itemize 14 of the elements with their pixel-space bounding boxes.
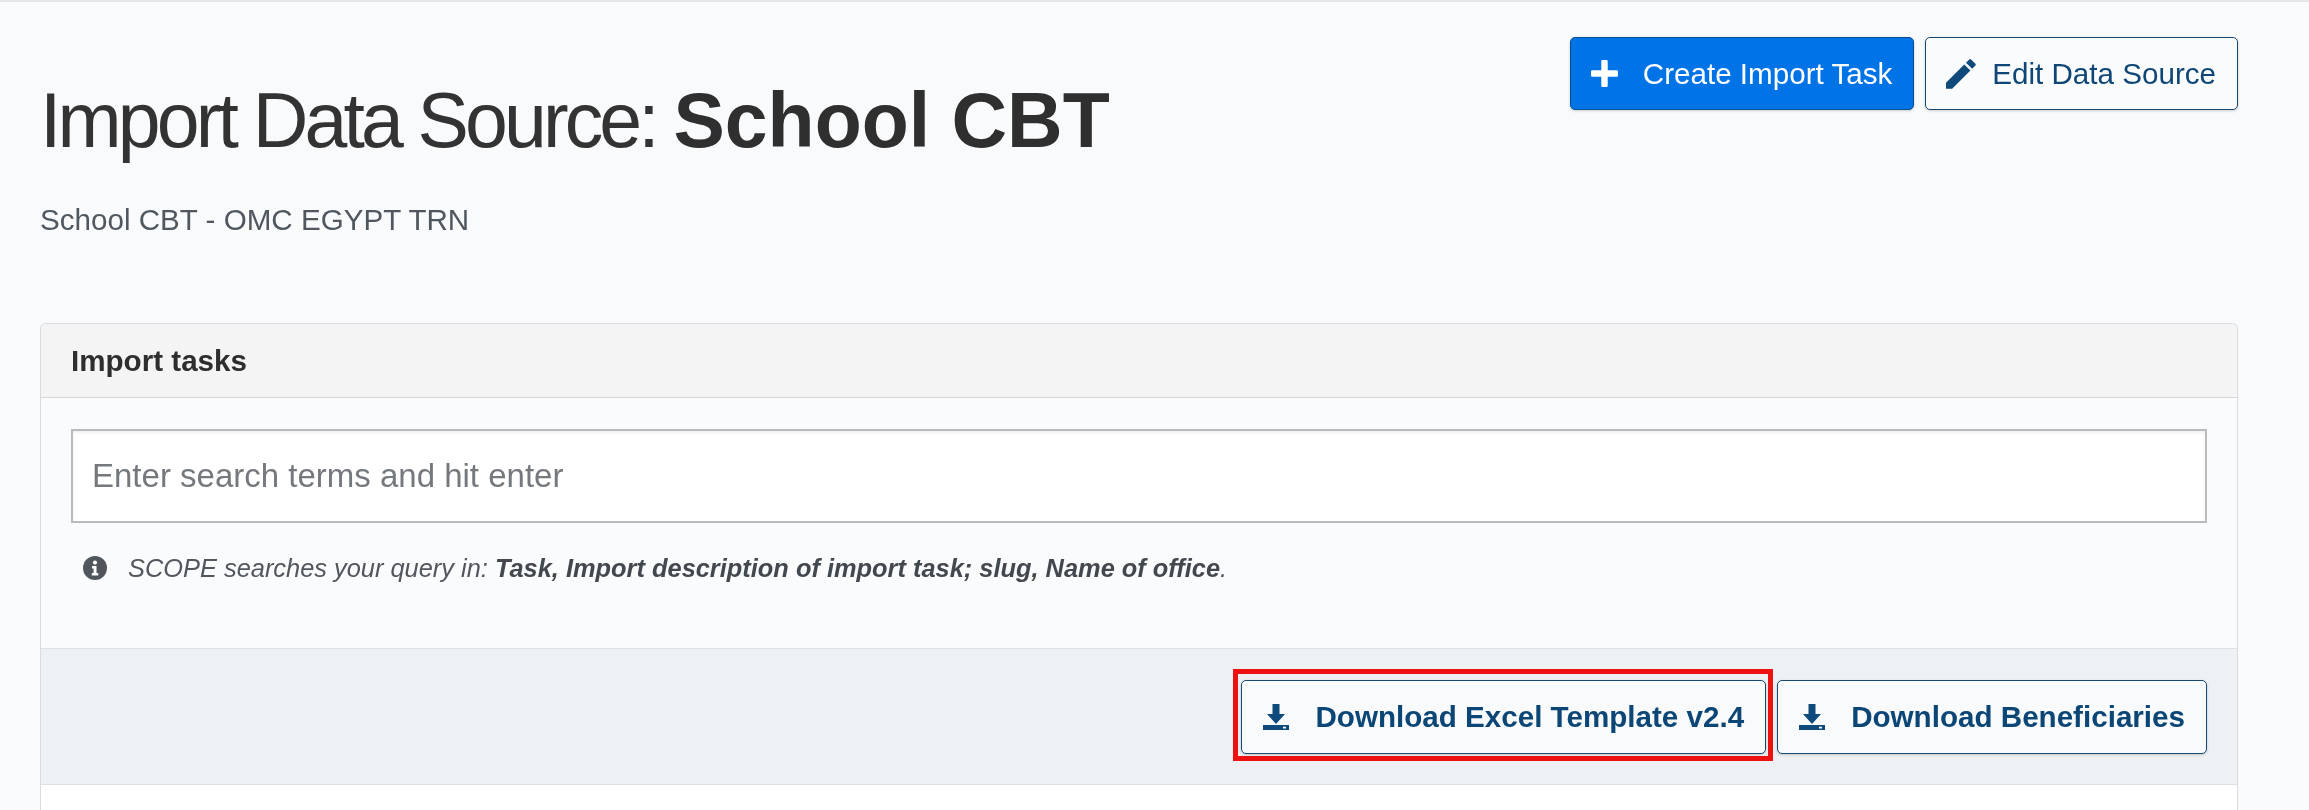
search-field[interactable]: Enter search terms and hit enter xyxy=(71,429,2207,523)
scope-note: SCOPE searches your query in: Task, Import description of import task; slug, Name of office. xyxy=(128,553,1228,584)
panel-title: Import tasks xyxy=(71,344,247,377)
page-subtitle: School CBT - OMC EGYPT TRN xyxy=(40,202,471,238)
download-icon xyxy=(1798,703,1827,731)
plus-icon xyxy=(1590,60,1618,87)
create-task-button[interactable]: Create Import Task xyxy=(1569,37,1915,110)
download-icon xyxy=(1262,703,1291,731)
pencil-icon xyxy=(1946,58,1977,89)
page-title: Import Data Source: School CBT xyxy=(40,76,1110,165)
edit-source-button[interactable]: Edit Data Source xyxy=(1925,37,2238,110)
download-button[interactable]: Download Excel Template v2.4 xyxy=(1241,680,1767,754)
info-icon xyxy=(83,556,107,580)
download-button[interactable]: Download Beneficiaries xyxy=(1777,680,2207,754)
